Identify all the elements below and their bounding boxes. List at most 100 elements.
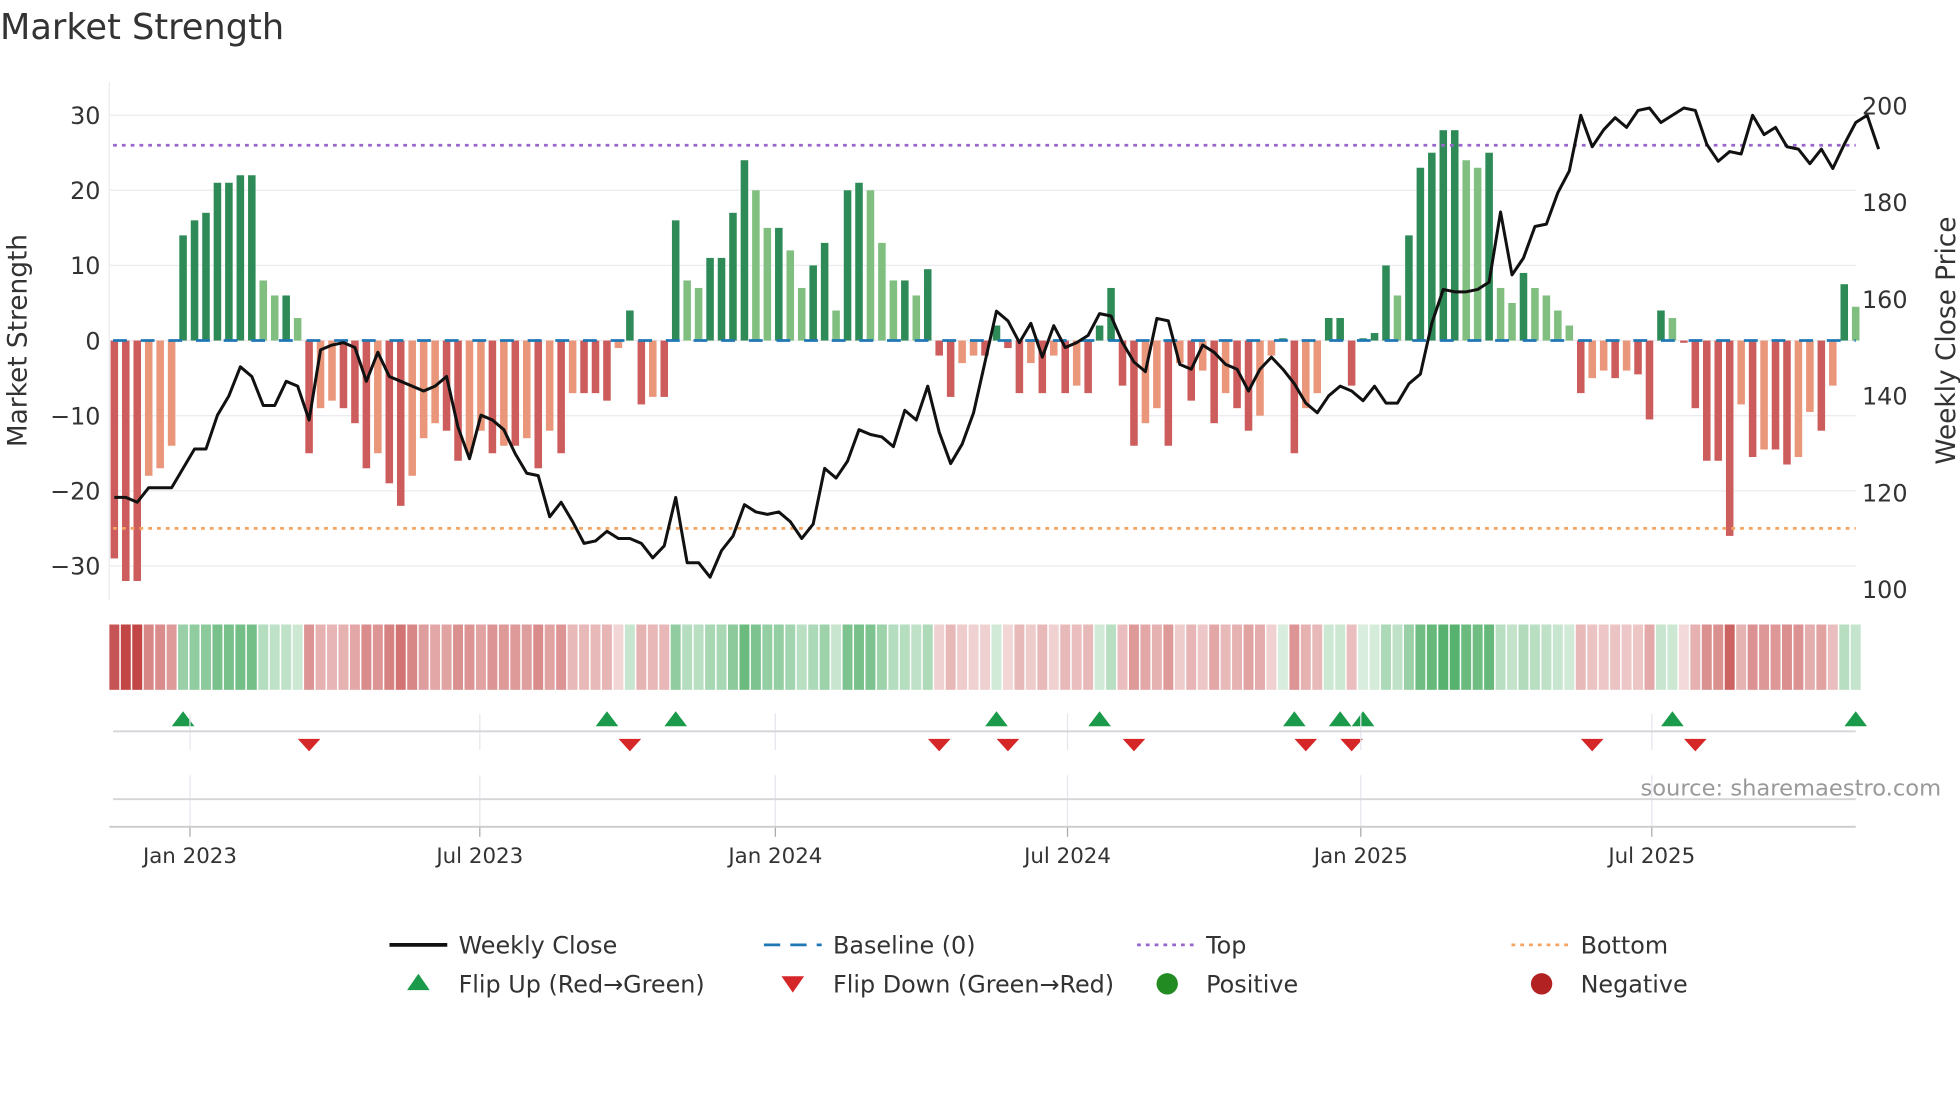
negative-bar xyxy=(328,340,336,401)
positive-bar xyxy=(1657,310,1665,341)
strength-strip-cell xyxy=(304,624,315,690)
strength-strip-cell xyxy=(1438,624,1449,690)
negative-bar xyxy=(156,340,164,469)
chart-title: Market Strength xyxy=(0,7,284,48)
negative-bar xyxy=(1290,340,1299,454)
flip-up-marker xyxy=(1088,711,1111,727)
flip-up-marker xyxy=(1351,711,1375,727)
positive-bar xyxy=(1519,272,1528,341)
strength-strip-cell xyxy=(372,624,383,690)
strength-strip-cell xyxy=(728,624,738,690)
strength-strip-cell xyxy=(968,624,979,690)
strength-strip-cell xyxy=(384,624,395,690)
negative-bar xyxy=(1267,340,1276,356)
strength-strip-cell xyxy=(1724,624,1735,690)
positive-bar xyxy=(1851,306,1860,341)
negative-bar xyxy=(1256,340,1264,416)
positive-bar xyxy=(763,227,772,341)
negative-bar xyxy=(660,340,669,397)
legend-label: Baseline (0) xyxy=(833,932,976,960)
strength-strip-cell xyxy=(1518,624,1529,690)
negative-bar xyxy=(133,340,142,581)
strength-strip-cell xyxy=(957,624,968,690)
negative-bar xyxy=(431,340,439,424)
positive-bar xyxy=(293,318,302,341)
strength-strip-cell xyxy=(567,624,578,690)
strength-strip-cell xyxy=(1094,624,1105,690)
positive-bar xyxy=(706,257,714,341)
flip-down-marker xyxy=(1294,738,1318,752)
positive-bar xyxy=(1531,287,1539,341)
strength-strip-cell xyxy=(246,624,257,690)
positive-bar xyxy=(270,295,279,341)
negative-bar xyxy=(603,340,611,401)
strength-strip-cell xyxy=(1128,624,1139,690)
y2-tick-label: 120 xyxy=(1862,479,1908,507)
positive-bar xyxy=(843,190,852,341)
strength-strip-cell xyxy=(785,624,796,690)
strength-strip-cell xyxy=(579,624,590,690)
positive-bar xyxy=(1370,333,1379,341)
negative-bar xyxy=(1084,340,1092,394)
positive-bar xyxy=(213,182,222,341)
strength-strip-cell xyxy=(453,624,464,690)
x-tick-label: Jul 2023 xyxy=(434,844,523,869)
strength-strip-cell xyxy=(1140,624,1151,690)
flip-up-marker xyxy=(171,711,195,727)
positive-bar xyxy=(923,269,932,341)
positive-bar xyxy=(671,220,680,341)
strength-strip-cell xyxy=(1403,624,1414,690)
strength-strip-cell xyxy=(1266,624,1277,690)
strength-strip-cell xyxy=(865,624,876,690)
positive-bar xyxy=(1473,167,1482,341)
negative-bar xyxy=(935,340,943,356)
strength-strip-cell xyxy=(1484,624,1495,690)
strength-strip-cell xyxy=(739,624,750,690)
negative-bar xyxy=(144,340,153,476)
strength-strip-cell xyxy=(258,624,269,690)
y-tick-label: 0 xyxy=(85,327,100,355)
positive-bar xyxy=(855,182,863,341)
strength-strip-cell xyxy=(613,624,624,690)
strength-strip-cell xyxy=(487,624,498,690)
positive-bar xyxy=(683,280,691,341)
negative-bar xyxy=(1783,340,1791,465)
strength-strip-cell xyxy=(1277,624,1288,690)
negative-bar xyxy=(1829,340,1837,386)
strength-strip-cell xyxy=(1346,624,1357,690)
positive-bar xyxy=(878,242,886,341)
negative-bar xyxy=(1049,340,1058,356)
positive-bar xyxy=(809,265,817,341)
negative-bar xyxy=(408,340,416,476)
negative-bar xyxy=(1164,340,1173,446)
strength-strip-cell xyxy=(441,624,452,690)
strength-strip-cell xyxy=(1300,624,1311,690)
negative-bar xyxy=(580,340,588,394)
strength-strip-cell xyxy=(1701,624,1712,690)
strength-strip-cell xyxy=(201,624,211,690)
flip-up-marker xyxy=(664,711,688,727)
strength-strip-cell xyxy=(1209,624,1220,690)
strength-strip-cell xyxy=(1186,624,1197,690)
strength-strip-cell xyxy=(1770,624,1781,690)
strength-strip-cell xyxy=(601,624,612,690)
positive-bar xyxy=(1439,130,1448,341)
flip-down-marker xyxy=(1340,738,1363,752)
strength-strip-cell xyxy=(269,624,280,690)
y-tick-label: 30 xyxy=(70,102,100,130)
strength-strip-cell xyxy=(670,624,681,690)
positive-bar xyxy=(889,280,898,341)
negative-bar xyxy=(591,340,600,394)
strength-strip-cell xyxy=(1243,624,1254,690)
strength-strip-cell xyxy=(1507,624,1517,690)
x-tick-label: Jan 2023 xyxy=(141,844,237,869)
strength-strip-cell xyxy=(1552,624,1563,690)
strength-strip-cell xyxy=(1014,624,1025,690)
strength-strip-cell xyxy=(762,624,773,690)
positive-bar xyxy=(866,190,875,341)
negative-bar xyxy=(1313,340,1322,394)
strength-strip-cell xyxy=(418,624,429,690)
strength-strip-cell xyxy=(498,624,509,690)
negative-bar xyxy=(1817,340,1826,431)
strength-strip-cell xyxy=(189,624,200,690)
